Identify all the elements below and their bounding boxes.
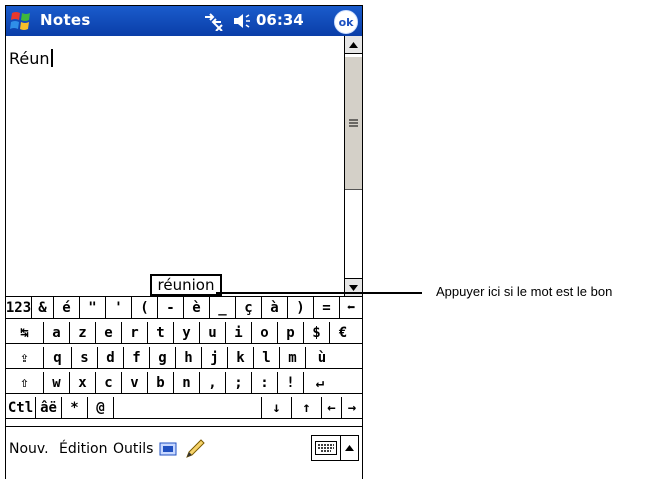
key[interactable]: ) xyxy=(288,297,314,318)
key[interactable]: ( xyxy=(132,297,158,318)
menu-new[interactable]: Nouv. xyxy=(9,441,49,457)
key[interactable]: ⇧ xyxy=(6,372,44,393)
input-method-menu-button[interactable] xyxy=(341,435,359,461)
key[interactable]: k xyxy=(228,347,254,368)
note-content: Réun xyxy=(9,49,50,68)
key[interactable]: o xyxy=(252,322,278,343)
key[interactable]: → xyxy=(342,397,362,418)
clock[interactable]: 06:34 xyxy=(256,11,304,29)
key[interactable]: ↹ xyxy=(6,322,44,343)
key[interactable]: ↑ xyxy=(292,397,322,418)
pen-icon[interactable] xyxy=(184,438,206,460)
key[interactable]: ' xyxy=(106,297,132,318)
key[interactable]: g xyxy=(150,347,176,368)
recording-icon[interactable] xyxy=(159,441,177,457)
key[interactable]: p xyxy=(278,322,304,343)
menu-bar: Nouv. Édition Outils xyxy=(6,426,362,479)
app-title: Notes xyxy=(40,11,91,29)
keyboard-row: ⇪ q s d f g h j k l m ù xyxy=(6,347,362,369)
key[interactable]: ! xyxy=(278,372,304,393)
vertical-scrollbar[interactable] xyxy=(344,36,362,296)
arrow-down-icon xyxy=(349,284,358,291)
key[interactable]: _ xyxy=(210,297,236,318)
key[interactable]: ç xyxy=(236,297,262,318)
key[interactable]: - xyxy=(158,297,184,318)
keyboard-glyph-icon xyxy=(315,441,337,455)
pocket-pc-screen: Notes 06:34 ok Réun réunion 123 & é " '(- è _ ç… xyxy=(5,5,363,479)
key[interactable]: f xyxy=(124,347,150,368)
connectivity-icon[interactable] xyxy=(202,11,224,31)
grip-icon xyxy=(349,119,358,127)
key[interactable]: : xyxy=(252,372,278,393)
key[interactable]: ⬅ xyxy=(340,297,362,318)
menu-edit[interactable]: Édition xyxy=(59,441,107,457)
key[interactable]: @ xyxy=(88,397,114,418)
keyboard-row: ↹ a z e r t y u i o p $ € xyxy=(6,322,362,344)
callout-line xyxy=(216,292,422,294)
key[interactable]: à xyxy=(262,297,288,318)
key[interactable]: = xyxy=(314,297,340,318)
key[interactable]: s xyxy=(72,347,98,368)
key[interactable]: q xyxy=(44,347,72,368)
key[interactable]: x xyxy=(70,372,96,393)
speaker-icon[interactable] xyxy=(232,12,252,30)
ok-button[interactable]: ok xyxy=(334,10,358,34)
keyboard-row: ⇧ w x c v b n,;:! ↵ xyxy=(6,372,362,394)
key[interactable]: u xyxy=(200,322,226,343)
arrow-up-icon xyxy=(349,41,358,48)
key[interactable]: , xyxy=(200,372,226,393)
key[interactable]: t xyxy=(148,322,174,343)
key[interactable]: Ctl xyxy=(6,397,36,418)
windows-flag-icon[interactable] xyxy=(9,9,35,33)
keyboard-icon[interactable] xyxy=(311,435,341,461)
key[interactable]: $ xyxy=(304,322,330,343)
callout-annotation: Appuyer ici si le mot est le bon xyxy=(436,284,613,299)
key[interactable]: z xyxy=(70,322,96,343)
word-suggestion[interactable]: réunion xyxy=(150,274,222,296)
key[interactable]: a xyxy=(44,322,70,343)
keyboard-row: 123 & é " '(- è _ ç à) = ⬅ xyxy=(6,297,362,319)
text-caret xyxy=(50,49,53,67)
key[interactable]: " xyxy=(80,297,106,318)
key[interactable]: e xyxy=(96,322,122,343)
key[interactable]: m xyxy=(280,347,306,368)
key[interactable]: ← xyxy=(322,397,342,418)
key[interactable]: ù xyxy=(306,347,338,368)
key[interactable]: € xyxy=(330,322,356,343)
scroll-thumb[interactable] xyxy=(345,56,362,190)
key[interactable]: h xyxy=(176,347,202,368)
key[interactable]: y xyxy=(174,322,200,343)
key[interactable]: âë xyxy=(36,397,62,418)
arrow-up-icon xyxy=(345,445,354,451)
key[interactable]: l xyxy=(254,347,280,368)
key[interactable]: b xyxy=(148,372,174,393)
key[interactable]: * xyxy=(62,397,88,418)
key[interactable] xyxy=(114,397,262,418)
menu-tools[interactable]: Outils xyxy=(113,441,153,457)
key[interactable]: d xyxy=(98,347,124,368)
key[interactable]: c xyxy=(96,372,122,393)
key[interactable]: ; xyxy=(226,372,252,393)
title-bar: Notes 06:34 ok xyxy=(6,6,362,36)
key[interactable]: r xyxy=(122,322,148,343)
soft-keyboard: 123 & é " '(- è _ ç à) = ⬅ ↹ a z e r t y u i o p $ € ⇪ q s d f g h j k l m… xyxy=(6,296,362,423)
key[interactable]: 123 xyxy=(6,297,32,318)
key[interactable]: ⇪ xyxy=(6,347,44,368)
scroll-up-button[interactable] xyxy=(345,36,362,54)
key[interactable]: é xyxy=(54,297,80,318)
key[interactable]: & xyxy=(32,297,54,318)
keyboard-row: Ctl âë * @ ↓ ↑ ← → xyxy=(6,397,362,419)
key[interactable]: è xyxy=(184,297,210,318)
key[interactable]: w xyxy=(44,372,70,393)
key[interactable]: i xyxy=(226,322,252,343)
note-text: Réun xyxy=(9,49,53,68)
key[interactable]: v xyxy=(122,372,148,393)
key[interactable]: ↵ xyxy=(304,372,336,393)
note-text-area[interactable]: Réun xyxy=(6,36,344,296)
key[interactable]: n xyxy=(174,372,200,393)
key[interactable]: j xyxy=(202,347,228,368)
key[interactable]: ↓ xyxy=(262,397,292,418)
